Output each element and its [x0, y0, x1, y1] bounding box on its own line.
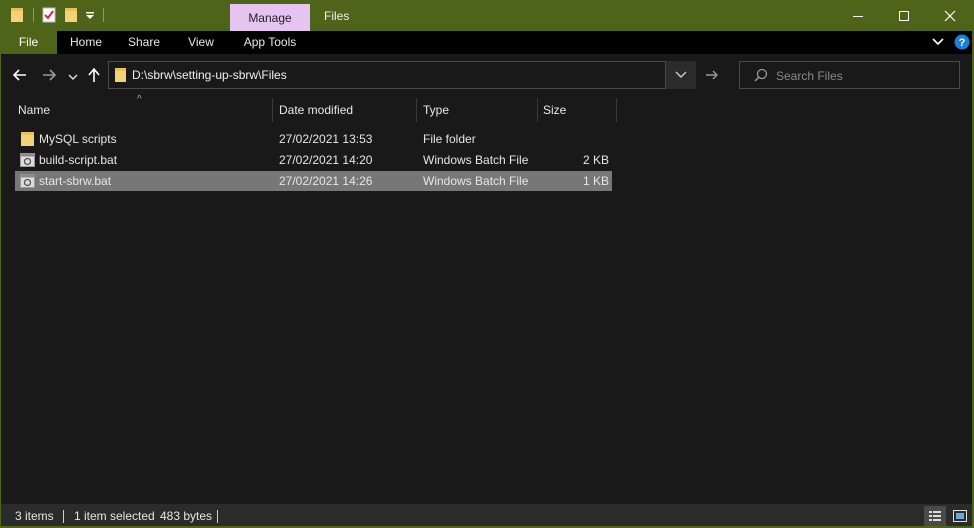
file-name: start-sbrw.bat [39, 174, 112, 188]
details-view-button[interactable] [924, 506, 946, 526]
file-size [545, 129, 609, 149]
up-button[interactable] [86, 67, 102, 86]
folder-icon [114, 67, 127, 86]
file-name: build-script.bat [39, 153, 118, 167]
file-row[interactable]: build-script.bat 27/02/2021 14:20 Window… [15, 150, 612, 170]
minimize-icon [853, 15, 863, 17]
column-divider[interactable] [616, 98, 617, 122]
tab-share[interactable]: Share [118, 31, 170, 54]
file-row[interactable]: MySQL scripts 27/02/2021 13:53 File fold… [15, 129, 612, 149]
selection-size: 483 bytes [160, 509, 213, 523]
window-frame [0, 31, 1, 528]
toolbar-divider [33, 8, 34, 22]
back-arrow-icon [12, 69, 26, 81]
close-icon [944, 10, 956, 21]
file-size: 1 KB [582, 174, 609, 188]
address-history-button[interactable] [666, 61, 696, 89]
chevron-down-icon [932, 38, 944, 46]
folder-icon [20, 131, 35, 150]
customize-dropdown-icon[interactable] [85, 9, 95, 24]
up-arrow-icon [88, 67, 100, 82]
help-button[interactable]: ? [954, 34, 970, 53]
svg-text:?: ? [959, 37, 966, 49]
file-type: Windows Batch File [423, 153, 529, 167]
tab-home[interactable]: Home [60, 31, 112, 54]
tab-app-tools[interactable]: App Tools [233, 31, 307, 54]
back-button[interactable] [12, 67, 28, 86]
forward-button[interactable] [41, 67, 57, 86]
chevron-down-icon [675, 71, 687, 78]
close-button[interactable] [927, 0, 973, 31]
address-path: D:\sbrw\setting-up-sbrw\Files [132, 68, 287, 82]
search-input[interactable] [774, 67, 953, 85]
go-button[interactable] [698, 61, 726, 89]
status-bar: 3 items 1 item selected 483 bytes [0, 504, 974, 528]
status-separator [63, 510, 64, 523]
item-count: 3 items [15, 509, 54, 523]
large-icons-view-button[interactable] [949, 506, 971, 526]
large-icons-view-icon [953, 510, 967, 522]
column-header-name[interactable]: Name [18, 98, 268, 122]
help-icon: ? [954, 34, 970, 50]
folder-icon[interactable] [10, 7, 24, 26]
column-header-type[interactable]: Type [423, 98, 533, 122]
tab-manage[interactable]: Manage [230, 4, 310, 31]
file-row[interactable]: start-sbrw.bat 27/02/2021 14:26 Windows … [15, 171, 612, 191]
file-date: 27/02/2021 13:53 [279, 132, 373, 146]
toolbar-divider [103, 8, 104, 22]
file-name: MySQL scripts [39, 132, 117, 146]
column-header-size[interactable]: Size [543, 98, 613, 122]
address-bar[interactable]: D:\sbrw\setting-up-sbrw\Files [108, 61, 666, 89]
forward-arrow-icon [43, 69, 57, 81]
status-separator [217, 510, 218, 523]
selection-count: 1 item selected [74, 509, 155, 523]
file-type: File folder [423, 132, 476, 146]
maximize-icon [899, 10, 909, 21]
file-date: 27/02/2021 14:26 [279, 174, 373, 188]
window-title: Files [324, 9, 350, 23]
file-size: 2 KB [582, 153, 609, 167]
search-icon [754, 68, 768, 85]
title-bar [0, 0, 974, 31]
file-date: 27/02/2021 14:20 [279, 153, 373, 167]
expand-ribbon-button[interactable] [931, 36, 945, 51]
go-arrow-icon [706, 70, 718, 80]
column-divider[interactable] [272, 98, 273, 122]
properties-check-icon[interactable] [42, 7, 56, 26]
details-view-icon [929, 511, 941, 521]
minimize-button[interactable] [835, 0, 881, 31]
file-type: Windows Batch File [423, 174, 529, 188]
recent-locations-button[interactable] [68, 71, 78, 85]
column-divider[interactable] [537, 98, 538, 122]
batch-file-icon [20, 174, 35, 191]
tab-file[interactable]: File [0, 31, 57, 54]
batch-file-icon [20, 153, 35, 170]
tab-view[interactable]: View [177, 31, 225, 54]
column-header-date-modified[interactable]: Date modified [279, 98, 414, 122]
search-box[interactable] [739, 61, 960, 89]
column-divider[interactable] [416, 98, 417, 122]
chevron-down-icon [68, 74, 78, 81]
maximize-button[interactable] [881, 0, 927, 31]
new-folder-icon[interactable] [64, 7, 78, 26]
